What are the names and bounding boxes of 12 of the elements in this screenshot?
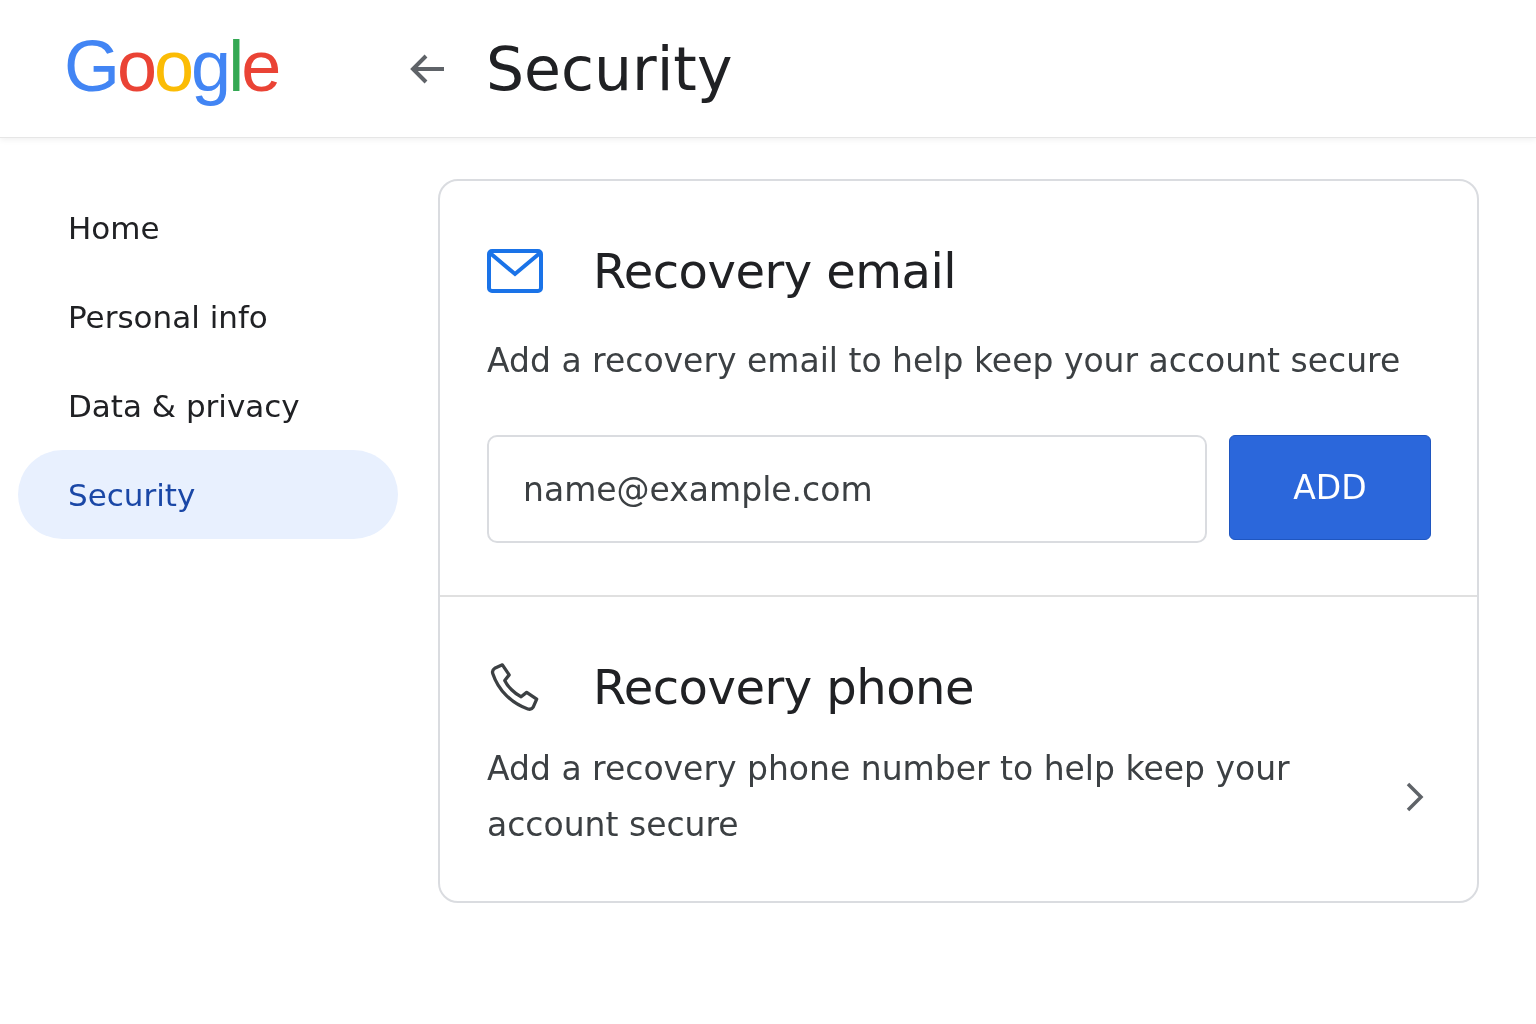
section-description: Add a recovery email to help keep your account secure <box>487 340 1402 382</box>
mail-icon <box>487 248 543 294</box>
email-field[interactable]: name@example.com <box>487 435 1207 543</box>
sidebar-item[interactable]: Personal info <box>18 272 398 361</box>
page-title: Security <box>486 33 733 104</box>
sidebar-item[interactable]: Security <box>18 450 398 539</box>
section-title: Recovery phone <box>593 659 975 715</box>
section-title: Recovery email <box>593 243 957 299</box>
sidebar-item[interactable]: Data & privacy <box>18 361 398 450</box>
add-button[interactable]: ADD <box>1229 435 1431 540</box>
section-description: Add a recovery phone number to help keep your account secure <box>487 748 1291 846</box>
sidebar-item[interactable]: Home <box>18 183 398 272</box>
